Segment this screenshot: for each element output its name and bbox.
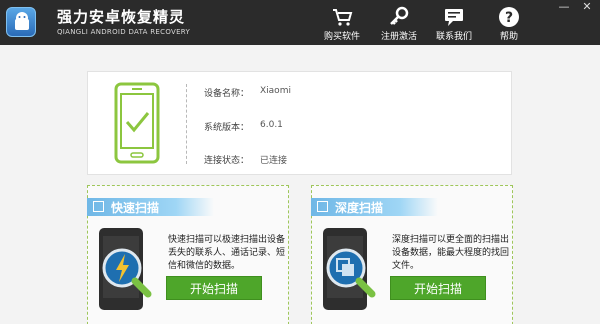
quick-scan-start-button[interactable]: 开始扫描	[166, 276, 262, 300]
deep-scan-header: 深度扫描	[311, 198, 438, 216]
system-version-label: 系统版本：	[204, 123, 250, 133]
minimize-button[interactable]: —	[553, 0, 575, 16]
device-info-panel: 设备名称： Xiaomi 系统版本： 6.0.1 连接状态： 已连接	[87, 71, 512, 175]
quick-scan-header: 快速扫描	[87, 198, 214, 216]
app-title: 强力安卓恢复精灵	[57, 8, 186, 26]
app-logo-icon	[6, 7, 36, 37]
close-button[interactable]: ✕	[576, 0, 598, 16]
register-label: 注册激活	[380, 32, 417, 42]
svg-text:?: ?	[505, 10, 513, 26]
deep-scan-phone-icon	[323, 228, 376, 310]
connection-status-value: 已连接	[260, 156, 288, 166]
buy-software-label: 购买软件	[323, 32, 360, 42]
help-icon: ?	[499, 7, 519, 27]
help-label: 帮助	[499, 32, 518, 42]
buy-software-button[interactable]: 购买软件	[314, 0, 370, 45]
help-button[interactable]: ? 帮助	[481, 0, 537, 45]
scan-frame-icon	[93, 201, 104, 212]
title-bar: 强力安卓恢复精灵 QIANGLI ANDROID DATA RECOVERY 购…	[0, 0, 600, 45]
contact-button[interactable]: 联系我们	[426, 0, 482, 45]
deep-scan-start-button[interactable]: 开始扫描	[390, 276, 486, 300]
quick-scan-description: 快速扫描可以极速扫描出设备丢失的联系人、通话记录、短信和微信的数据。	[168, 235, 286, 271]
system-version-value: 6.0.1	[260, 120, 283, 130]
scan-frame-icon	[317, 201, 328, 212]
device-name-label: 设备名称：	[204, 89, 250, 99]
info-separator	[186, 84, 187, 164]
quick-scan-title: 快速扫描	[111, 201, 160, 215]
app-subtitle: QIANGLI ANDROID DATA RECOVERY	[57, 28, 191, 36]
contact-label: 联系我们	[435, 32, 472, 42]
deep-scan-description: 深度扫描可以更全面的扫描出设备数据，能最大程度的找回文件。	[392, 235, 510, 271]
connection-status-label: 连接状态：	[204, 156, 250, 166]
deep-scan-card: 深度扫描 深度扫描可以更全面的扫描出设备数据，能最大程度的找回文件。 开始扫描	[311, 185, 513, 324]
device-name-value: Xiaomi	[260, 86, 291, 96]
chat-icon	[445, 9, 463, 26]
cart-icon	[333, 9, 353, 26]
quick-scan-phone-icon	[99, 228, 152, 310]
quick-scan-card: 快速扫描 快速扫描可以极速扫描出设备丢失的联系人、通话记录、短信和微信的数据。 …	[87, 185, 289, 324]
key-icon	[390, 6, 409, 25]
phone-connected-icon	[114, 82, 160, 164]
register-button[interactable]: 注册激活	[371, 0, 427, 45]
deep-scan-title: 深度扫描	[335, 201, 384, 215]
